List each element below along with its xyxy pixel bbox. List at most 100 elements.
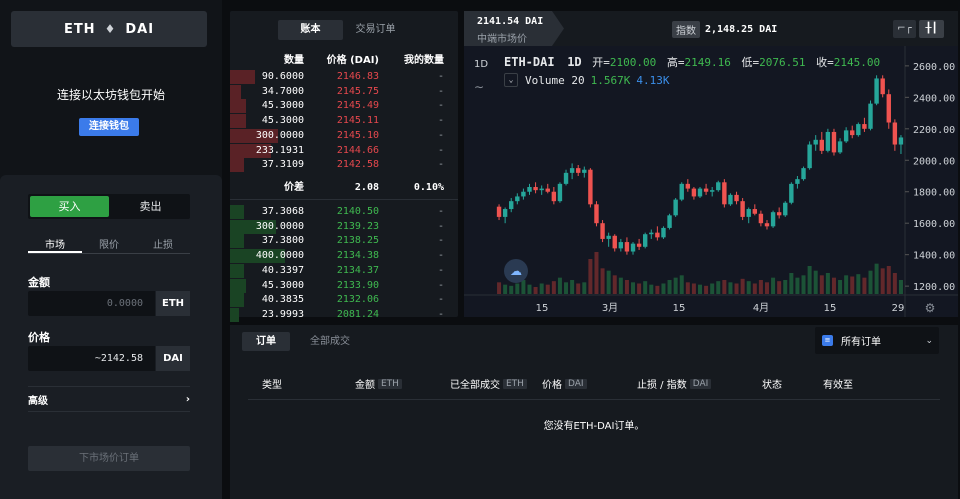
indicator-icon[interactable]: ∼ [474, 80, 484, 94]
candle-body [837, 141, 843, 153]
sell-tab[interactable]: 卖出 [111, 194, 190, 219]
candle-body [783, 202, 788, 216]
bid-row[interactable]: 40.3397 2134.37 - [230, 263, 458, 278]
buy-tab[interactable]: 买入 [30, 196, 109, 217]
bid-row[interactable]: 37.3068 2140.50 - [230, 205, 458, 219]
volume-bar [801, 275, 806, 294]
volume-bar [771, 277, 776, 294]
place-order-button[interactable]: 下市场价订单 [28, 446, 190, 471]
low-label: 低= [741, 56, 760, 69]
volume-bar [892, 273, 897, 294]
volume-bar [710, 283, 715, 294]
ask-price: 2142.58 [336, 159, 379, 171]
tab-trade-history[interactable]: 交易订单 [343, 20, 408, 40]
market-selector-button[interactable]: ETH ♦ DAI [11, 11, 207, 47]
tab-market[interactable]: 市场 [28, 236, 82, 253]
bid-row[interactable]: 45.3000 2133.90 - [230, 278, 458, 293]
candle-body [661, 227, 666, 238]
bid-row[interactable]: 23.9993 2081.24 - [230, 307, 458, 322]
price-chart[interactable]: 2600.00 2400.00 2200.00 2000.00 1800.00 1600.… [464, 46, 958, 317]
bid-mine: - [437, 220, 444, 232]
volume-bar [551, 281, 556, 294]
book-header: 数量 价格 (DAI) 我的数量 [230, 51, 458, 66]
volume-value-1: 1.567K [590, 73, 631, 87]
depth-bar [230, 278, 246, 293]
candle-body [636, 243, 642, 247]
volume-bar [649, 284, 654, 294]
bid-price: 2140.50 [336, 206, 379, 217]
bid-row[interactable]: 300.0000 2139.23 - [230, 219, 458, 234]
ask-qty: 45.3000 [261, 115, 304, 127]
advanced-label: 高级 [28, 395, 48, 407]
candle-body [862, 124, 867, 129]
tab-limit[interactable]: 限价 [82, 236, 136, 253]
bid-row[interactable]: 40.3835 2132.06 - [230, 293, 458, 308]
volume-bar [764, 282, 769, 294]
tab-stop[interactable]: 止损 [136, 236, 190, 253]
bid-mine: - [437, 206, 444, 217]
orders-filter-dropdown[interactable]: ≡ 所有订单 ⌄ [815, 327, 939, 354]
volume-bar [667, 280, 672, 294]
ask-row[interactable]: 300.0000 2145.10 - [230, 128, 458, 143]
candle-body [588, 169, 593, 205]
chevron-down-icon: ⌄ [925, 335, 933, 346]
volume-bar [509, 285, 514, 294]
ask-row[interactable]: 90.6000 2146.83 - [230, 70, 458, 84]
mid-price-label: 中端市场价 [477, 34, 527, 45]
close-value: 2145.00 [833, 56, 881, 69]
volume-bar [679, 275, 684, 294]
bid-row[interactable]: 400.0000 2134.38 - [230, 249, 458, 264]
volume-bar [624, 280, 629, 294]
candle-body [667, 215, 672, 228]
bid-price: 2139.23 [336, 220, 379, 232]
y-tick-label: 2000.00 [913, 156, 955, 167]
ask-qty: 45.3000 [261, 100, 304, 112]
candle-body [569, 168, 575, 173]
ask-row[interactable]: 34.7000 2145.75 - [230, 84, 458, 99]
candle-body [630, 243, 636, 252]
spread-row: 价差 2.08 0.10% [230, 181, 458, 195]
x-tick-label: 15 [824, 303, 837, 314]
ask-row[interactable]: 45.3000 2145.11 - [230, 114, 458, 129]
candle-body [527, 187, 532, 192]
candle-body [752, 209, 758, 214]
depth-bar [230, 205, 244, 219]
volume-bar [631, 282, 636, 294]
volume-bar [582, 282, 587, 294]
candle-body [709, 190, 715, 192]
candles-chart-icon[interactable]: ╂┃ [919, 20, 944, 38]
bid-price: 2138.25 [336, 235, 379, 247]
bid-row[interactable]: 37.3800 2138.25 - [230, 234, 458, 249]
candle-body [618, 242, 624, 249]
ask-row[interactable]: 233.1931 2144.66 - [230, 143, 458, 158]
candle-body [850, 130, 855, 136]
open-label: 开= [592, 56, 610, 69]
advanced-toggle[interactable]: 高级 › [28, 386, 190, 412]
amount-input[interactable]: 0.0000 [28, 291, 155, 316]
connect-wallet-button[interactable]: 连接钱包 [79, 118, 139, 136]
candle-body [734, 194, 739, 202]
candle-body [679, 183, 684, 200]
orders-panel: 订单 全部成交 ≡ 所有订单 ⌄ 类型 金额 ETH 已全部成交 ETH 价格 DAI… [230, 325, 958, 499]
price-input[interactable]: ~2142.58 [28, 346, 155, 371]
tab-orderbook[interactable]: 账本 [278, 20, 343, 40]
candle-body [685, 183, 691, 189]
candle-body [746, 209, 751, 217]
candle-body [807, 144, 812, 169]
mine-header: 我的数量 [404, 55, 444, 66]
x-tick-label: 29 [892, 303, 905, 314]
ask-row[interactable]: 45.3000 2145.49 - [230, 99, 458, 114]
tab-orders[interactable]: 订单 [242, 332, 290, 351]
buy-sell-toggle: 买入 卖出 [28, 194, 190, 219]
volume-bar [564, 282, 569, 294]
volume-bar [557, 277, 562, 294]
volume-bar [545, 284, 550, 294]
volume-bar [722, 280, 727, 294]
tab-fills[interactable]: 全部成交 [296, 332, 364, 351]
timeframe-button[interactable]: 1D [474, 59, 488, 70]
ask-mine: - [437, 85, 444, 97]
col-status: 状态 [762, 380, 782, 391]
ask-row[interactable]: 37.3109 2142.58 - [230, 158, 458, 173]
depth-chart-icon[interactable]: ⌐┌ [893, 20, 916, 38]
collapse-icon[interactable]: ⌄ [504, 73, 518, 87]
